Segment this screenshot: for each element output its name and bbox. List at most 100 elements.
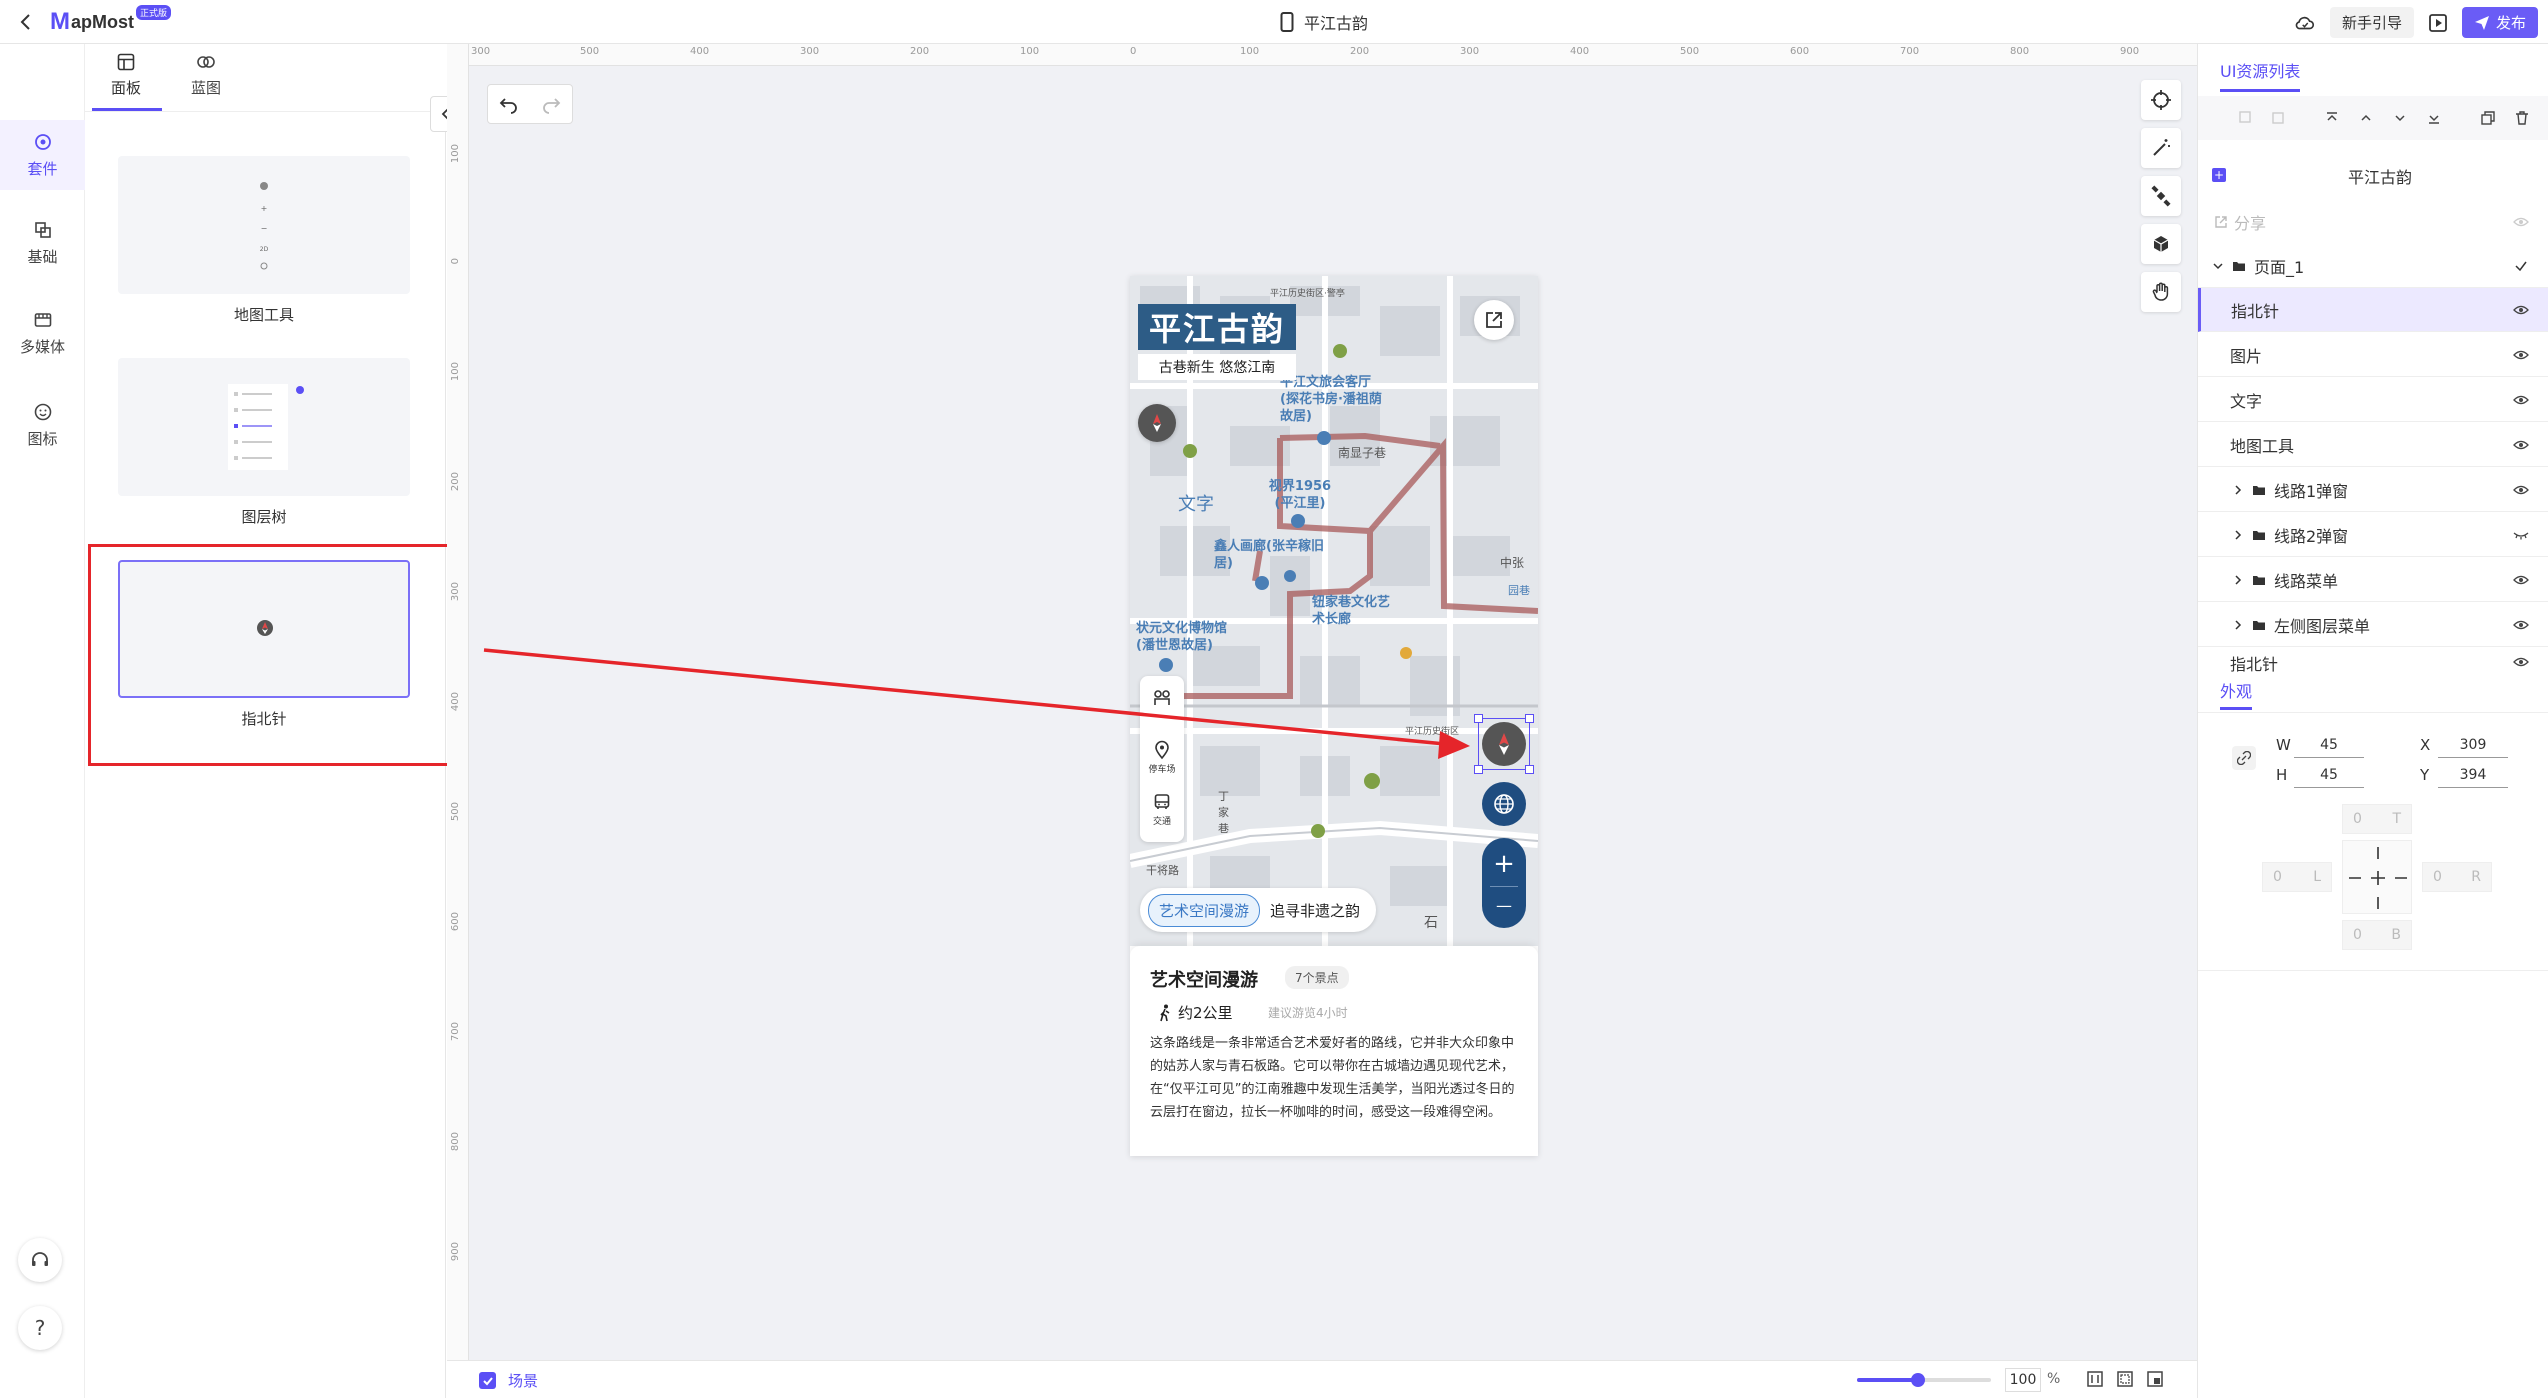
fit-screen-icon[interactable] xyxy=(2117,1371,2133,1387)
side-menu-scenic[interactable] xyxy=(1140,688,1184,710)
copy-style-icon[interactable] xyxy=(2238,110,2254,126)
margin-right-input[interactable]: 0R xyxy=(2422,862,2492,892)
tab-blueprint[interactable]: 蓝图 xyxy=(166,52,246,108)
back-icon[interactable] xyxy=(14,10,38,34)
resize-handle[interactable] xyxy=(1474,765,1483,774)
side-menu-traffic[interactable]: 交通 xyxy=(1140,792,1184,827)
eye-icon[interactable] xyxy=(2513,437,2529,453)
help-button[interactable]: ? xyxy=(18,1306,62,1350)
component-card-layer-tree[interactable] xyxy=(118,358,410,496)
tree-item-route2-popup[interactable]: 线路2弹窗 xyxy=(2198,513,2548,557)
minimap-icon[interactable] xyxy=(2147,1371,2163,1387)
width-input[interactable]: 45 xyxy=(2294,732,2364,758)
move-down-icon[interactable] xyxy=(2392,110,2408,126)
pan-tool-button[interactable] xyxy=(2141,272,2181,312)
appearance-tab[interactable]: 外观 xyxy=(2220,678,2253,710)
rail-item-media[interactable]: 多媒体 xyxy=(0,298,85,368)
phone-device-icon[interactable] xyxy=(1280,12,1294,32)
zoom-out-button[interactable]: — xyxy=(1496,895,1512,917)
tree-item-route-menu[interactable]: 线路菜单 xyxy=(2198,558,2548,602)
zoom-slider-thumb[interactable] xyxy=(1911,1373,1925,1387)
chevron-right-icon[interactable] xyxy=(2232,574,2244,586)
lock-ratio-button[interactable] xyxy=(2232,746,2256,770)
route-tab-art[interactable]: 艺术空间漫游 xyxy=(1148,893,1261,927)
move-bottom-icon[interactable] xyxy=(2426,110,2442,126)
y-input[interactable]: 394 xyxy=(2438,762,2508,788)
map-view[interactable]: 平江文旅会客厅 (探花书房·潘祖荫故居) 视界1956 (平江里) 鑫人画廊(张… xyxy=(1130,276,1538,946)
magic-tool-button[interactable] xyxy=(2141,128,2181,168)
zoom-input[interactable]: 100 xyxy=(2005,1368,2041,1392)
rail-item-basic[interactable]: 基础 xyxy=(0,208,85,278)
tree-root[interactable]: + 平江古韵 xyxy=(2198,154,2548,198)
route-tab-heritage[interactable]: 追寻非遗之韵 xyxy=(1270,900,1360,921)
share-button[interactable] xyxy=(1474,300,1514,340)
margin-left-input[interactable]: 0L xyxy=(2262,862,2332,892)
satellite-tool-button[interactable] xyxy=(2141,176,2181,216)
scene-toggle[interactable]: 场景 xyxy=(479,1370,538,1391)
zoom-in-button[interactable]: + xyxy=(1493,850,1515,878)
map-text-layer[interactable]: 文字 xyxy=(1178,490,1214,516)
tree-item-route1-popup[interactable]: 线路1弹窗 xyxy=(2198,468,2548,512)
x-input[interactable]: 309 xyxy=(2438,732,2508,758)
eye-icon[interactable] xyxy=(2513,214,2529,230)
eye-icon[interactable] xyxy=(2513,302,2529,318)
eye-icon[interactable] xyxy=(2513,482,2529,498)
margin-bottom-input[interactable]: 0B xyxy=(2342,920,2412,950)
chevron-right-icon[interactable] xyxy=(2232,484,2244,496)
shapes-icon xyxy=(34,221,51,238)
ruler-tick: 900 xyxy=(2120,46,2140,57)
chevron-right-icon[interactable] xyxy=(2232,529,2244,541)
paste-style-icon[interactable] xyxy=(2270,110,2286,126)
tree-item-compass[interactable]: 指北针 xyxy=(2198,288,2548,332)
resize-handle[interactable] xyxy=(1474,714,1483,723)
globe-button[interactable] xyxy=(1482,782,1526,826)
redo-icon[interactable] xyxy=(541,94,561,114)
locate-tool-button[interactable] xyxy=(2141,80,2181,120)
resize-handle[interactable] xyxy=(1525,765,1534,774)
eye-icon[interactable] xyxy=(2513,347,2529,363)
checkbox-icon[interactable] xyxy=(479,1372,496,1389)
3d-tool-button[interactable] xyxy=(2141,224,2181,264)
component-card-map-tools[interactable]: + − 2D xyxy=(118,156,410,294)
eye-icon[interactable] xyxy=(2513,654,2529,670)
ruler-tick: 400 xyxy=(450,692,461,712)
side-menu-parking[interactable]: 停车场 xyxy=(1140,740,1184,775)
eye-icon[interactable] xyxy=(2513,617,2529,633)
duplicate-icon[interactable] xyxy=(2480,110,2496,126)
delete-icon[interactable] xyxy=(2514,110,2530,126)
eye-icon[interactable] xyxy=(2513,572,2529,588)
rail-item-kit[interactable]: 套件 xyxy=(0,120,85,190)
chevron-right-icon[interactable] xyxy=(2232,619,2244,631)
tab-panel[interactable]: 面板 xyxy=(86,52,166,111)
move-up-icon[interactable] xyxy=(2358,110,2374,126)
undo-icon[interactable] xyxy=(499,94,519,114)
tree-item-left-layer-menu[interactable]: 左侧图层菜单 xyxy=(2198,603,2548,647)
publish-button[interactable]: 发布 xyxy=(2461,7,2538,38)
resource-panel-title[interactable]: UI资源列表 xyxy=(2220,58,2301,92)
tree-item-compass-2[interactable]: 指北针 xyxy=(2198,648,2548,674)
tree-share[interactable]: 分享 xyxy=(2198,200,2548,244)
tree-root-label: 平江古韵 xyxy=(2348,168,2413,187)
eye-closed-icon[interactable] xyxy=(2513,527,2529,543)
fit-width-icon[interactable] xyxy=(2087,1371,2103,1387)
tree-item-map-tools[interactable]: 地图工具 xyxy=(2198,423,2548,467)
height-input[interactable]: 45 xyxy=(2294,762,2364,788)
cloud-save-icon[interactable] xyxy=(2294,12,2316,34)
tree-item-text[interactable]: 文字 xyxy=(2198,378,2548,422)
alignment-anchor[interactable] xyxy=(2342,840,2412,914)
chevron-down-icon[interactable] xyxy=(2212,260,2224,272)
rail-item-icons[interactable]: 图标 xyxy=(0,390,85,460)
margin-top-input[interactable]: 0T xyxy=(2342,804,2412,834)
resize-handle[interactable] xyxy=(1525,714,1534,723)
move-top-icon[interactable] xyxy=(2324,110,2340,126)
preview-play-icon[interactable] xyxy=(2428,13,2448,33)
eye-icon[interactable] xyxy=(2513,392,2529,408)
phone-preview[interactable]: 平江文旅会客厅 (探花书房·潘祖荫故居) 视界1956 (平江里) 鑫人画廊(张… xyxy=(1130,276,1538,1156)
guide-button[interactable]: 新手引导 xyxy=(2329,7,2414,38)
compass-small-icon[interactable] xyxy=(1138,404,1176,442)
zoom-slider[interactable] xyxy=(1857,1373,1991,1387)
support-button[interactable] xyxy=(18,1238,62,1282)
tree-page[interactable]: 页面_1 xyxy=(2198,244,2548,288)
tree-item-image[interactable]: 图片 xyxy=(2198,333,2548,377)
panel-icon xyxy=(117,53,135,71)
